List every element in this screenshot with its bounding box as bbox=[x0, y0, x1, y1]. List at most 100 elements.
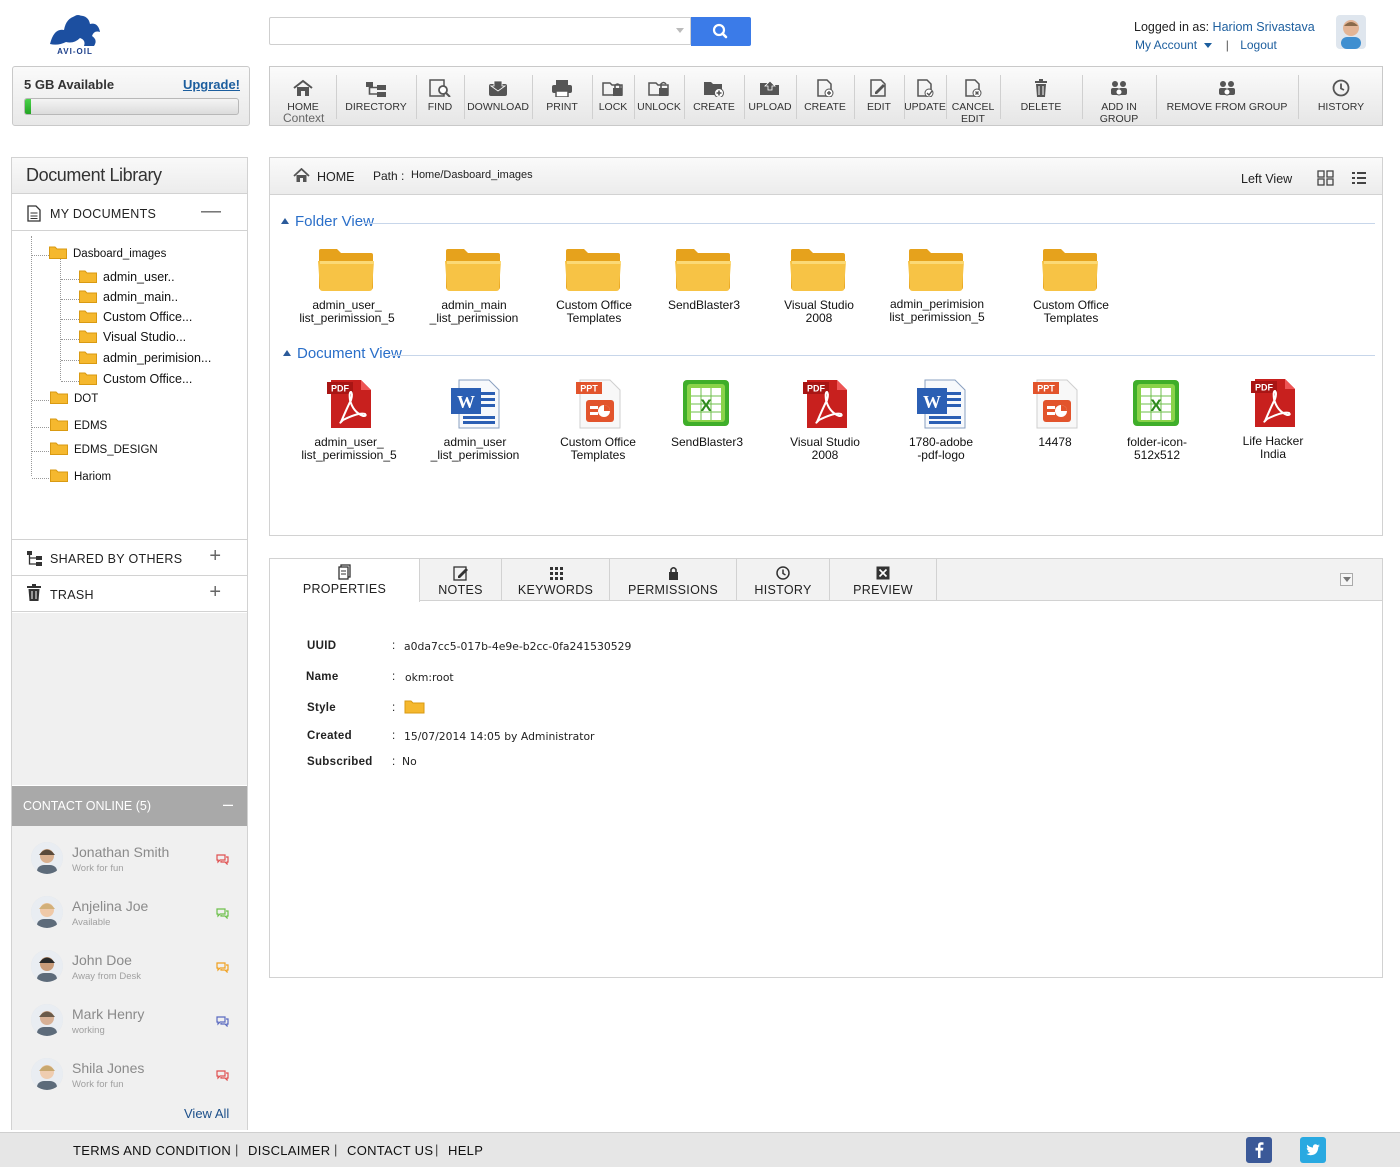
shared-by-others-label: SHARED BY OTHERS bbox=[50, 552, 183, 566]
search-input[interactable] bbox=[269, 17, 691, 45]
view-all-link[interactable]: View All bbox=[184, 1106, 229, 1121]
download-button[interactable]: DOWNLOAD bbox=[464, 67, 532, 125]
contact-item[interactable]: Mark Henry working bbox=[12, 1000, 247, 1054]
twitter-icon[interactable] bbox=[1300, 1137, 1326, 1163]
contact-item[interactable]: Anjelina Joe Available bbox=[12, 892, 247, 946]
add-in-group-button[interactable]: ADD IN GROUP bbox=[1082, 67, 1156, 125]
tree-item[interactable]: Visual Studio... bbox=[79, 330, 186, 344]
left-view-label[interactable]: Left View bbox=[1241, 172, 1292, 186]
footer-link[interactable]: HELP bbox=[448, 1143, 483, 1158]
remove-from-group-button[interactable]: REMOVE FROM GROUP bbox=[1156, 67, 1298, 125]
document-label-line: India bbox=[1259, 447, 1287, 461]
collapse-triangle-icon[interactable] bbox=[281, 218, 289, 224]
tab-label: PREVIEW bbox=[853, 583, 913, 597]
user-avatar[interactable] bbox=[1336, 15, 1366, 49]
tree-item[interactable]: EDMS bbox=[50, 418, 107, 432]
document-item[interactable]: W 1780-adobe -pdf-logo bbox=[881, 378, 1001, 462]
footer-link[interactable]: CONTACT US bbox=[347, 1143, 433, 1158]
my-account-link[interactable]: My Account bbox=[1135, 38, 1197, 52]
upload-button[interactable]: UPLOAD bbox=[744, 67, 796, 125]
chat-icon[interactable] bbox=[216, 1016, 229, 1030]
edit-button[interactable]: EDIT bbox=[854, 67, 904, 125]
contact-status: Away from Desk bbox=[72, 971, 141, 982]
tab-properties[interactable]: PROPERTIES bbox=[270, 559, 420, 602]
grid-view-icon[interactable] bbox=[1317, 170, 1334, 186]
contact-item[interactable]: Shila Jones Work for fun bbox=[12, 1054, 247, 1108]
search-dropdown-caret-icon[interactable] bbox=[676, 28, 684, 33]
document-item[interactable]: Wadmin_user _list_perimission bbox=[415, 378, 535, 462]
folder-item[interactable]: Custom Office Templates bbox=[534, 247, 654, 325]
properties-panel bbox=[269, 558, 1383, 978]
chat-icon[interactable] bbox=[216, 1070, 229, 1084]
my-documents-section[interactable]: MY DOCUMENTS — bbox=[12, 195, 247, 231]
facebook-icon[interactable] bbox=[1246, 1137, 1272, 1163]
tab-keywords[interactable]: KEYWORDS bbox=[502, 559, 610, 601]
footer-link[interactable]: DISCLAIMER bbox=[248, 1143, 330, 1158]
chevron-down-icon[interactable] bbox=[1204, 43, 1213, 48]
collapse-icon[interactable]: — bbox=[201, 200, 221, 223]
document-item[interactable]: PDF admin_user_ list_perimission_5 bbox=[289, 378, 409, 462]
trash-section[interactable]: TRASH + bbox=[12, 576, 247, 612]
contact-online-header[interactable]: CONTACT ONLINE (5) – bbox=[12, 786, 247, 826]
expand-icon[interactable]: + bbox=[209, 545, 221, 568]
content-panel bbox=[269, 157, 1383, 536]
tree-item[interactable]: Custom Office... bbox=[79, 372, 192, 386]
tree-item[interactable]: DOT bbox=[50, 391, 98, 405]
folder-item[interactable]: admin_perimision list_perimission_5 bbox=[877, 247, 997, 324]
folder-item[interactable]: Custom Office Templates bbox=[1011, 247, 1131, 325]
contact-item[interactable]: John Doe Away from Desk bbox=[12, 946, 247, 1000]
footer-link[interactable]: TERMS AND CONDITION bbox=[73, 1143, 231, 1158]
update-button[interactable]: UPDATE bbox=[904, 67, 946, 125]
print-button[interactable]: PRINT bbox=[532, 67, 592, 125]
chat-icon[interactable] bbox=[216, 854, 229, 868]
create-folder-button[interactable]: CREATE bbox=[684, 67, 744, 125]
panel-dropdown-icon[interactable] bbox=[1340, 573, 1353, 586]
folder-item[interactable]: admin_main _list_perimission bbox=[414, 247, 534, 325]
document-item[interactable]: X SendBlaster3 bbox=[647, 378, 767, 449]
folder-item[interactable]: admin_user_ list_perimission_5 bbox=[287, 247, 407, 325]
path-value[interactable]: Home/Dasboard_images bbox=[411, 169, 533, 181]
chat-icon[interactable] bbox=[216, 908, 229, 922]
unlock-button[interactable]: UNLOCK bbox=[634, 67, 684, 125]
tree-item[interactable]: admin_user.. bbox=[79, 270, 175, 284]
tree-item[interactable]: Hariom bbox=[50, 469, 111, 483]
document-item[interactable]: PDF Life Hacker India bbox=[1213, 377, 1333, 461]
chat-icon[interactable] bbox=[216, 962, 229, 976]
document-item[interactable]: PPT Custom Office Templates bbox=[538, 378, 658, 462]
expand-icon[interactable]: + bbox=[209, 581, 221, 604]
folder-icon bbox=[79, 270, 97, 283]
history-button[interactable]: HISTORY bbox=[1298, 67, 1384, 125]
tab-permissions[interactable]: PERMISSIONS bbox=[610, 559, 737, 601]
tree-connector bbox=[32, 427, 49, 428]
home-icon[interactable] bbox=[293, 168, 310, 183]
logout-link[interactable]: Logout bbox=[1240, 38, 1277, 52]
tree-item[interactable]: admin_perimision... bbox=[79, 351, 211, 365]
list-view-icon[interactable] bbox=[1351, 170, 1367, 186]
shared-by-others-section[interactable]: SHARED BY OTHERS + bbox=[12, 539, 247, 576]
folder-item[interactable]: Visual Studio 2008 bbox=[759, 247, 879, 325]
collapse-icon[interactable]: – bbox=[223, 794, 233, 815]
upgrade-link[interactable]: Upgrade! bbox=[183, 77, 240, 92]
find-button[interactable]: FIND bbox=[416, 67, 464, 125]
document-item[interactable]: PDF Visual Studio 2008 bbox=[765, 378, 885, 462]
tab-notes[interactable]: NOTES bbox=[420, 559, 502, 601]
document-item[interactable]: Xfolder-icon- 512x512 bbox=[1097, 378, 1217, 462]
directory-button[interactable]: DIRECTORY bbox=[336, 67, 416, 125]
delete-button[interactable]: DELETE bbox=[1000, 67, 1082, 125]
folder-item[interactable]: SendBlaster3 bbox=[644, 247, 764, 312]
tree-item[interactable]: EDMS_DESIGN bbox=[50, 442, 158, 456]
tab-preview[interactable]: PREVIEW bbox=[830, 559, 937, 601]
tree-item[interactable]: Dasboard_images bbox=[49, 246, 166, 260]
search-button[interactable] bbox=[691, 17, 751, 46]
tree-item[interactable]: Custom Office... bbox=[79, 310, 192, 324]
create-document-button[interactable]: CREATE bbox=[796, 67, 854, 125]
cancel-edit-button[interactable]: CANCEL EDIT bbox=[946, 67, 1000, 125]
name-value: okm:root bbox=[405, 671, 454, 684]
lock-button[interactable]: LOCK bbox=[592, 67, 634, 125]
pdf-icon: PDF bbox=[1251, 379, 1295, 427]
breadcrumb-home[interactable]: HOME bbox=[317, 170, 355, 184]
collapse-triangle-icon[interactable] bbox=[283, 350, 291, 356]
tab-history[interactable]: HISTORY bbox=[737, 559, 830, 601]
contact-item[interactable]: Jonathan Smith Work for fun bbox=[12, 838, 247, 892]
tree-item[interactable]: admin_main.. bbox=[79, 290, 178, 304]
